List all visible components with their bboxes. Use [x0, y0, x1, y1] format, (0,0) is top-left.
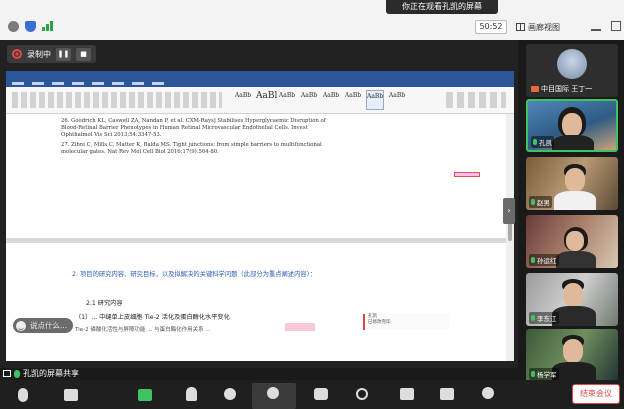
camera-off-icon [531, 86, 539, 92]
participant-name: 赵男 [537, 199, 550, 207]
recording-status: 录制中 [27, 49, 51, 59]
mic-on-icon [531, 199, 535, 205]
mic-on-icon [531, 257, 535, 263]
recording-indicator: 录制中 ❚❚ ■ [7, 45, 96, 63]
participants-icon[interactable] [224, 388, 236, 400]
participant-tile-active-speaker[interactable]: 孔凯 [526, 99, 618, 152]
style-heading2: AaBb [278, 92, 296, 99]
chat-icon[interactable] [314, 388, 328, 400]
participant-face [565, 168, 585, 192]
style-heading5: AaBb [344, 92, 362, 99]
end-meeting-button[interactable]: 结束会议 [572, 384, 620, 404]
viewing-screen-banner[interactable]: 你正在观看孔凯的屏幕 [386, 0, 498, 14]
style-gallery: AaBb AaBl AaBb AaBb AaBb AaBb AaBb AaBb [234, 90, 406, 110]
info-icon[interactable] [8, 21, 19, 32]
gallery-view-icon [516, 23, 525, 31]
mic-on-icon [533, 139, 537, 145]
participant-tile[interactable]: 中目国际 王丁一 [526, 44, 618, 97]
reference-27: 27. Zihni C, Mills C, Matter K, Balda MS… [61, 142, 322, 155]
style-selected: AaBb [366, 90, 384, 110]
section-subheading: 2.1 研究内容 [86, 300, 123, 307]
participant-name: 孔凯 [539, 139, 552, 147]
participant-tile[interactable]: 孙运红 [526, 215, 618, 268]
view-mode-button[interactable]: 画廊视图 [516, 20, 560, 34]
word-ribbon-tabs [6, 79, 514, 87]
body-line-1: （1）... 中缝单上皮细胞 Tie-2 活化及蛋白酶化水平变化 [75, 314, 230, 321]
document-page-1: 26. Goodrich KL, Caswell ZA, Nandan P, e… [6, 114, 506, 238]
participant-tile[interactable]: 李东江 [526, 273, 618, 326]
style-heading3: AaBb [300, 92, 318, 99]
breakout-rooms-icon[interactable] [440, 388, 454, 400]
mic-on-icon [14, 369, 20, 378]
more-options-icon[interactable] [482, 387, 494, 399]
record-icon[interactable] [356, 388, 368, 400]
participant-face [563, 283, 583, 307]
active-toolbar-button[interactable] [252, 383, 296, 409]
microphone-icon[interactable] [18, 388, 28, 402]
minimize-window-icon[interactable] [591, 29, 601, 31]
word-ribbon: AaBb AaBl AaBb AaBb AaBb AaBb AaBb AaBb [6, 87, 514, 114]
highlighted-text [285, 323, 315, 331]
section-heading: 2. 项目的研究内容、研究目标，以及拟解决的关键科学问题（此部分为重点阐述内容）… [72, 271, 317, 278]
document-page-2 [6, 243, 506, 361]
meeting-timer: 50:52 [475, 20, 507, 34]
camera-icon[interactable] [64, 389, 78, 401]
meeting-toolbar: 结束会议 [0, 380, 624, 409]
share-screen-icon[interactable] [138, 389, 152, 401]
view-mode-label: 画廊视图 [528, 22, 560, 32]
shared-screen-stage: 录制中 ❚❚ ■ AaBb AaBl AaBb AaBb AaBb AaBb A… [0, 40, 518, 368]
quick-chat-input[interactable]: 说点什么... [13, 318, 73, 333]
pause-recording-button[interactable]: ❚❚ [56, 47, 71, 61]
participant-gallery: 中目国际 王丁一 孔凯 赵男 孙运红 李东江 杨学军 [526, 44, 620, 382]
participant-name: 李东江 [537, 315, 557, 323]
participant-name: 孙运红 [537, 257, 557, 265]
style-normal: AaBb [234, 92, 252, 99]
top-bar: 你正在观看孔凯的屏幕 50:52 画廊视图 [0, 0, 624, 40]
participant-face [562, 113, 582, 137]
emoji-icon[interactable] [16, 320, 26, 331]
font-formatting-controls [12, 92, 222, 108]
style-heading4: AaBb [322, 92, 340, 99]
style-other: AaBb [388, 92, 406, 99]
avatar [557, 49, 587, 79]
mic-on-icon [531, 315, 535, 321]
body-line-2: Tie-2 磷酸化活性与屏障功能 ... 与蛋白酶化作用关系 ... [75, 327, 211, 333]
meeting-info-icons [8, 21, 53, 32]
mic-on-icon [531, 371, 535, 377]
fullscreen-icon[interactable] [611, 21, 621, 31]
participant-face [563, 339, 583, 363]
participant-name: 中目国际 王丁一 [541, 85, 593, 93]
reference-26: 26. Goodrich KL, Caswell ZA, Nandan P, e… [61, 118, 326, 138]
share-owner-label: 孔凯的屏幕共享 [23, 369, 79, 378]
review-comment: 孔凯 已修改完毕 [363, 314, 449, 330]
security-icon[interactable] [186, 387, 197, 401]
collapse-gallery-button[interactable]: › [503, 198, 515, 224]
manage-participants-icon [267, 387, 279, 399]
editing-controls [446, 92, 506, 108]
comment-text: 已修改完毕 [368, 320, 391, 325]
style-heading1: AaBl [256, 91, 278, 101]
word-title-bar [6, 71, 514, 79]
recording-dot-icon [12, 49, 22, 59]
screen-share-icon [3, 370, 11, 377]
tracked-change-mark [454, 172, 480, 177]
participant-tile[interactable]: 杨学军 [526, 329, 618, 382]
participant-face [566, 231, 584, 251]
chat-placeholder: 说点什么... [30, 321, 68, 330]
security-shield-icon[interactable] [25, 21, 36, 32]
apps-icon[interactable] [400, 388, 414, 400]
signal-strength-icon[interactable] [42, 21, 53, 31]
participant-name: 杨学军 [537, 371, 557, 379]
window-controls [591, 21, 621, 31]
stop-recording-button[interactable]: ■ [76, 47, 91, 61]
participant-tile[interactable]: 赵男 [526, 157, 618, 210]
